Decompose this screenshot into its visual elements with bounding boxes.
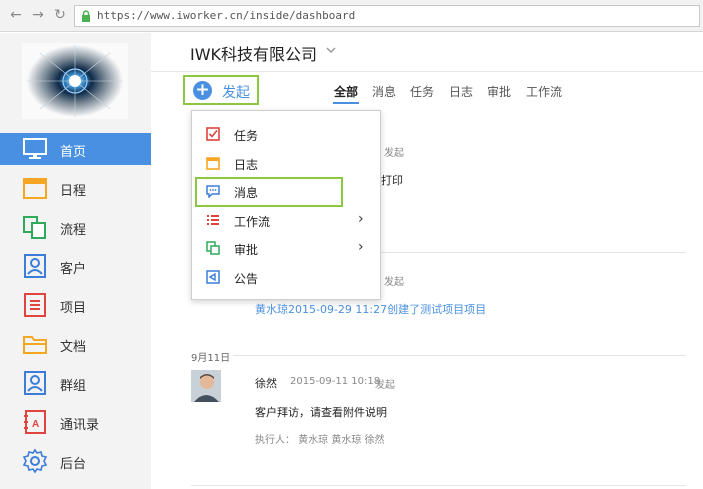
menu-item-log[interactable]: 日志 bbox=[192, 149, 380, 177]
feed-action: 发起 bbox=[384, 277, 404, 288]
group-icon bbox=[24, 371, 46, 395]
sidebar-item-admin[interactable]: 后台 bbox=[0, 445, 151, 477]
tab-messages[interactable]: 消息 bbox=[372, 83, 396, 100]
sidebar-item-label: 流程 bbox=[60, 223, 87, 238]
plus-icon: + bbox=[193, 81, 212, 100]
menu-item-label: 消息 bbox=[234, 186, 259, 200]
feed-content: 打印 bbox=[381, 174, 403, 187]
sidebar-item-label: 项目 bbox=[60, 301, 87, 316]
tab-approvals[interactable]: 审批 bbox=[487, 83, 511, 100]
sidebar: 首页 日程 流程 客户 项目 文档 群组 A 通讯录 后台 bbox=[0, 33, 151, 489]
sidebar-item-label: 后台 bbox=[60, 457, 87, 472]
date-divider bbox=[233, 355, 686, 356]
avatar[interactable] bbox=[191, 370, 221, 402]
tab-workflow[interactable]: 工作流 bbox=[526, 83, 562, 100]
sidebar-item-label: 文档 bbox=[60, 340, 87, 355]
menu-item-label: 公告 bbox=[234, 272, 259, 286]
company-logo bbox=[22, 43, 128, 119]
sidebar-item-label: 群组 bbox=[60, 379, 87, 394]
workflow-icon bbox=[23, 216, 46, 239]
post-executors: 执行人： 黄水琼 黄水琼 徐然 bbox=[255, 435, 385, 446]
forward-icon[interactable]: → bbox=[30, 7, 46, 23]
post-content: 客户拜访，请查看附件说明 bbox=[255, 406, 387, 419]
menu-item-announcement[interactable]: 公告 bbox=[192, 263, 380, 291]
address-bar[interactable]: https://www.iworker.cn/inside/dashboard bbox=[74, 5, 700, 27]
customer-icon bbox=[24, 254, 46, 278]
announcement-icon bbox=[206, 270, 220, 284]
menu-item-label: 审批 bbox=[234, 243, 259, 257]
task-icon bbox=[206, 127, 220, 141]
workflow-icon bbox=[207, 215, 219, 225]
date-group-label: 9月11日 bbox=[191, 353, 231, 364]
header-divider bbox=[151, 71, 703, 72]
url-text: https://www.iworker.cn/inside/dashboard bbox=[97, 9, 356, 22]
approval-icon bbox=[206, 241, 220, 255]
post-time: 2015-09-11 10:18 bbox=[290, 376, 381, 387]
gear-icon bbox=[22, 448, 48, 474]
sidebar-item-label: 通讯录 bbox=[60, 418, 100, 433]
company-name[interactable]: IWK科技有限公司 bbox=[190, 41, 317, 65]
reload-icon[interactable]: ↻ bbox=[52, 7, 68, 23]
launch-dropdown-menu: 任务 日志 消息 工作流 › 审批 › 公告 bbox=[191, 110, 381, 300]
post-author[interactable]: 徐然 bbox=[255, 375, 277, 391]
contacts-icon: A bbox=[24, 410, 46, 434]
feed-divider bbox=[191, 485, 686, 486]
sidebar-item-label: 客户 bbox=[60, 262, 87, 277]
sidebar-item-project[interactable]: 项目 bbox=[0, 289, 151, 321]
menu-item-approval[interactable]: 审批 › bbox=[192, 234, 380, 262]
menu-item-message[interactable]: 消息 bbox=[192, 177, 380, 207]
log-icon bbox=[206, 157, 220, 170]
launch-label: 发起 bbox=[222, 85, 250, 101]
sidebar-item-label: 首页 bbox=[60, 145, 87, 160]
tab-logs[interactable]: 日志 bbox=[449, 83, 473, 100]
sidebar-item-groups[interactable]: 群组 bbox=[0, 367, 151, 399]
chevron-right-icon: › bbox=[358, 211, 364, 227]
chevron-down-icon[interactable] bbox=[325, 44, 337, 56]
menu-item-label: 工作流 bbox=[234, 215, 271, 229]
lock-icon bbox=[82, 10, 90, 22]
back-icon[interactable]: ← bbox=[8, 7, 24, 23]
sidebar-item-process[interactable]: 流程 bbox=[0, 211, 151, 243]
feed-project-link[interactable]: 黄水琼2015-09-29 11:27创建了测试项目项目 bbox=[255, 301, 486, 317]
folder-icon bbox=[23, 336, 47, 354]
tab-tasks[interactable]: 任务 bbox=[410, 83, 434, 100]
menu-item-label: 任务 bbox=[234, 129, 259, 143]
post-action: 发起 bbox=[375, 380, 395, 391]
menu-item-task[interactable]: 任务 bbox=[192, 120, 380, 148]
sidebar-item-contacts[interactable]: A 通讯录 bbox=[0, 406, 151, 438]
sidebar-item-home[interactable]: 首页 bbox=[0, 133, 151, 165]
project-icon bbox=[24, 293, 46, 317]
tab-all[interactable]: 全部 bbox=[334, 83, 358, 100]
browser-toolbar: ← → ↻ https://www.iworker.cn/inside/dash… bbox=[0, 0, 703, 32]
sidebar-item-schedule[interactable]: 日程 bbox=[0, 172, 151, 204]
sidebar-item-label: 日程 bbox=[60, 184, 87, 199]
active-tab-indicator bbox=[333, 102, 359, 104]
menu-item-workflow[interactable]: 工作流 › bbox=[192, 206, 380, 234]
sidebar-item-docs[interactable]: 文档 bbox=[0, 328, 151, 360]
menu-item-label: 日志 bbox=[234, 158, 259, 172]
chevron-right-icon: › bbox=[358, 239, 364, 255]
message-icon bbox=[206, 185, 220, 198]
sidebar-item-customer[interactable]: 客户 bbox=[0, 250, 151, 282]
svg-text:A: A bbox=[32, 419, 39, 430]
monitor-icon bbox=[23, 138, 47, 159]
calendar-icon bbox=[23, 178, 47, 199]
launch-button[interactable]: + 发起 bbox=[183, 75, 259, 105]
feed-action: 发起 bbox=[384, 148, 404, 159]
